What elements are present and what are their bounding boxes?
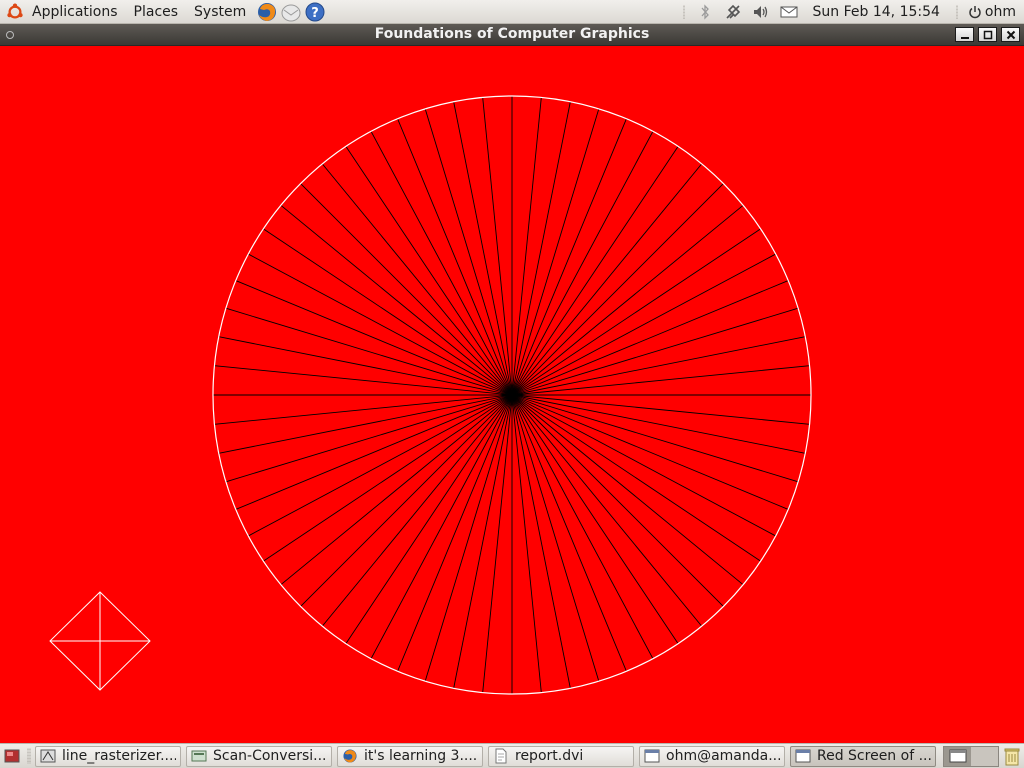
mail-icon[interactable] — [280, 1, 302, 23]
spoke-line — [511, 204, 744, 396]
show-desktop-icon — [4, 749, 20, 763]
task-label: Scan-Conversi... — [213, 748, 327, 764]
system-menu[interactable]: System — [186, 1, 254, 23]
render-canvas[interactable] — [0, 46, 1024, 743]
window-title: Foundations of Computer Graphics — [374, 26, 650, 42]
panel-grip — [27, 748, 31, 764]
task-line-rasterizer[interactable]: line_rasterizer.... — [35, 745, 181, 767]
spoke-line — [511, 394, 744, 586]
task-scan-conversion[interactable]: Scan-Conversi... — [186, 745, 332, 767]
terminal-icon — [644, 748, 660, 764]
window-controls — [955, 27, 1020, 42]
panel-separator — [682, 4, 685, 19]
spoke-line — [511, 394, 703, 627]
spoke-line — [248, 253, 513, 396]
task-report-dvi[interactable]: report.dvi — [488, 745, 634, 767]
spoke-line — [511, 394, 810, 425]
spoke-line — [511, 280, 789, 396]
spoke-line — [370, 131, 513, 396]
maximize-icon — [983, 30, 992, 39]
task-its-learning[interactable]: it's learning 3.... — [337, 745, 483, 767]
minimize-button[interactable] — [955, 27, 974, 42]
close-button[interactable] — [1001, 27, 1020, 42]
spoke-line — [280, 204, 513, 396]
task-terminal[interactable]: ohm@amanda... — [639, 745, 785, 767]
task-label: line_rasterizer.... — [62, 748, 176, 764]
maximize-button[interactable] — [978, 27, 997, 42]
bottom-panel: line_rasterizer.... Scan-Conversi... it'… — [0, 743, 1024, 768]
applications-menu[interactable]: Applications — [24, 1, 126, 23]
spoke-line — [511, 394, 776, 537]
spoke-line — [511, 365, 810, 396]
spoke-line — [370, 394, 513, 659]
user-menu[interactable]: ohm — [964, 4, 1024, 20]
power-icon — [969, 5, 981, 18]
workspace-switcher[interactable] — [943, 745, 999, 767]
show-desktop-button[interactable] — [1, 746, 23, 766]
document-icon — [493, 748, 509, 764]
top-panel: Applications Places System ? Sun Feb 14,… — [0, 0, 1024, 24]
workspace-1[interactable] — [944, 746, 971, 766]
places-menu[interactable]: Places — [126, 1, 187, 23]
task-label: Red Screen of ... — [817, 748, 931, 764]
gimp-icon — [40, 748, 56, 764]
spoke-line — [511, 131, 654, 396]
task-red-screen[interactable]: Red Screen of ... — [790, 745, 936, 767]
trash-icon[interactable] — [1001, 745, 1023, 767]
mail-indicator-icon[interactable] — [779, 2, 799, 22]
spoke-line — [482, 97, 513, 396]
spoke-line — [511, 394, 627, 672]
spoke-line — [321, 394, 513, 627]
clock[interactable]: Sun Feb 14, 15:54 — [803, 4, 950, 20]
spoke-line — [511, 118, 627, 396]
spoke-line — [511, 97, 542, 396]
window-titlebar[interactable]: Foundations of Computer Graphics — [0, 24, 1024, 46]
spoke-line — [397, 118, 513, 396]
user-name: ohm — [984, 3, 1016, 20]
close-icon — [1006, 30, 1015, 39]
spoke-line — [235, 394, 513, 510]
workspace-2[interactable] — [971, 746, 998, 766]
spoke-line — [321, 163, 513, 396]
spoke-line — [511, 163, 703, 396]
volume-icon[interactable] — [751, 2, 771, 22]
panel-separator — [955, 4, 958, 19]
spoke-line — [397, 394, 513, 672]
task-label: report.dvi — [515, 748, 584, 764]
spoke-line — [511, 394, 542, 693]
spoke-line — [248, 394, 513, 537]
spoke-line — [280, 394, 513, 586]
firefox-icon[interactable] — [256, 1, 278, 23]
svg-text:?: ? — [311, 6, 319, 21]
bluetooth-icon[interactable] — [695, 2, 715, 22]
circle-spokes — [213, 96, 811, 694]
rasterized-drawing — [49, 95, 812, 695]
task-label: it's learning 3.... — [364, 748, 478, 764]
spoke-line — [511, 253, 776, 396]
image-viewer-icon — [191, 748, 207, 764]
spoke-line — [214, 365, 513, 396]
help-icon[interactable]: ? — [304, 1, 326, 23]
ubuntu-logo-icon[interactable] — [6, 3, 24, 21]
spoke-line — [214, 394, 513, 425]
spoke-line — [511, 394, 654, 659]
spoke-line — [482, 394, 513, 693]
task-label: ohm@amanda... — [666, 748, 780, 764]
system-tray: Sun Feb 14, 15:54 ohm — [677, 0, 1024, 24]
window-icon — [795, 748, 811, 764]
network-icon[interactable] — [723, 2, 743, 22]
spoke-line — [511, 394, 789, 510]
spoke-line — [235, 280, 513, 396]
minimize-icon — [960, 36, 969, 39]
diamond-shape — [49, 591, 151, 691]
firefox-icon — [342, 748, 358, 764]
